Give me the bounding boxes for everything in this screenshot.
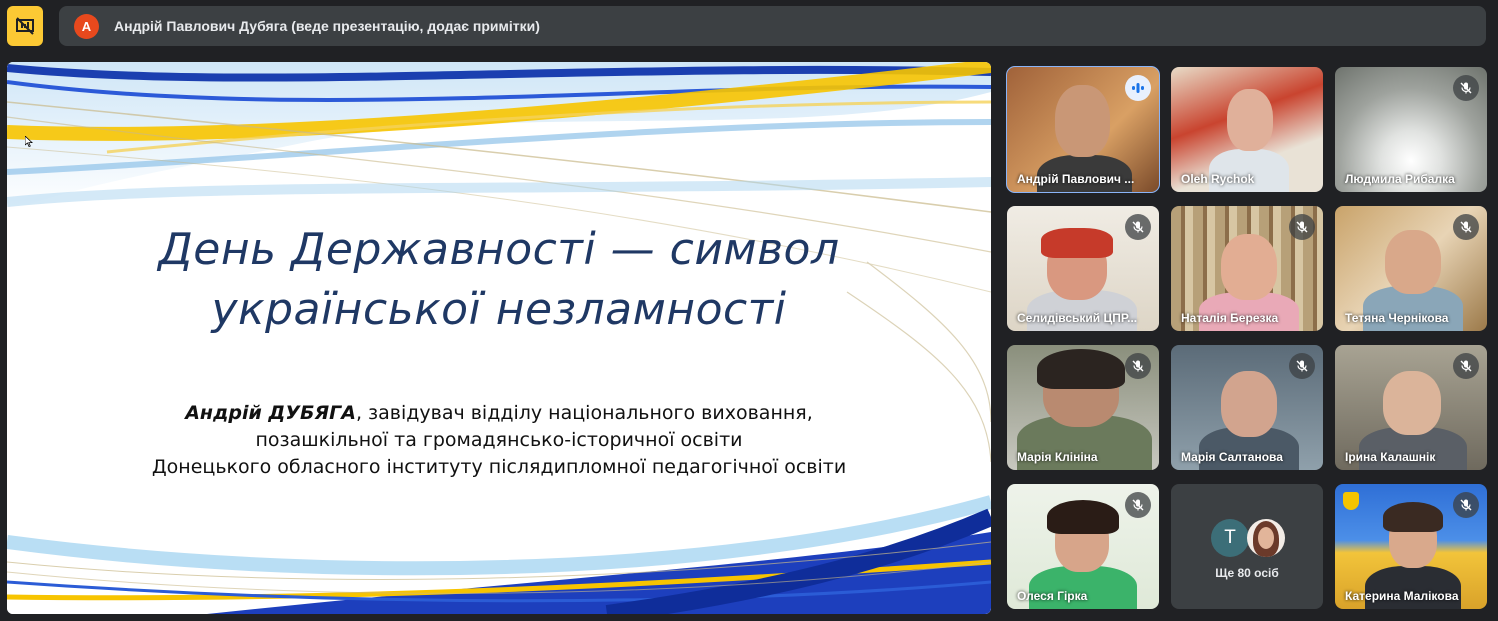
muted-mic-icon bbox=[1453, 75, 1479, 101]
participant-name: Марія Салтанова bbox=[1181, 450, 1283, 464]
presentation-off-icon bbox=[16, 17, 34, 35]
muted-mic-icon bbox=[1125, 214, 1151, 240]
stop-presenting-button[interactable] bbox=[7, 6, 43, 46]
participant-tile[interactable]: Наталія Березка bbox=[1171, 206, 1323, 331]
more-participants-avatars: T bbox=[1211, 519, 1285, 557]
slide-body-line-3: Донецького обласного інституту післядипл… bbox=[151, 456, 847, 478]
participant-avatar bbox=[1247, 519, 1285, 557]
participant-name: Селидівський ЦПР... bbox=[1017, 311, 1138, 325]
participant-tile[interactable]: Oleh Rychok bbox=[1171, 67, 1323, 192]
presentation-slide: День Державності — символ української не… bbox=[7, 62, 991, 614]
slide-decoration bbox=[7, 62, 991, 614]
presenter-label: Андрій Павлович Дубяга (веде презентацію… bbox=[114, 18, 540, 34]
participant-tile[interactable]: Олеся Гірка bbox=[1007, 484, 1159, 609]
participant-name: Марія Клініна bbox=[1017, 450, 1098, 464]
participant-tile[interactable]: Андрій Павлович ... bbox=[1006, 66, 1160, 193]
participant-name: Олеся Гірка bbox=[1017, 589, 1088, 603]
muted-mic-icon bbox=[1125, 492, 1151, 518]
participant-name: Тетяна Чернікова bbox=[1345, 311, 1449, 325]
muted-mic-icon bbox=[1289, 214, 1315, 240]
muted-mic-icon bbox=[1125, 353, 1151, 379]
more-participants-label: Ще 80 осіб bbox=[1215, 566, 1279, 580]
muted-mic-icon bbox=[1453, 353, 1479, 379]
slide-author-role: , завідувач відділу національного вихова… bbox=[355, 402, 813, 424]
emblem-icon bbox=[1343, 492, 1359, 510]
slide-body-line-2: позашкільної та громадянсько-історичної … bbox=[255, 429, 743, 451]
slide-title-line-1: День Державності — символ bbox=[158, 224, 840, 275]
participant-tile[interactable]: Людмила Рибалка bbox=[1335, 67, 1487, 192]
participant-tile[interactable]: Марія Клініна bbox=[1007, 345, 1159, 470]
participant-tile[interactable]: Ірина Калашнік bbox=[1335, 345, 1487, 470]
participant-name: Oleh Rychok bbox=[1181, 172, 1255, 186]
slide-author-name: Андрій ДУБЯГА bbox=[185, 402, 356, 424]
muted-mic-icon bbox=[1453, 214, 1479, 240]
speaking-indicator-icon bbox=[1125, 75, 1151, 101]
muted-mic-icon bbox=[1453, 492, 1479, 518]
participant-name: Людмила Рибалка bbox=[1345, 172, 1455, 186]
slide-author-line: Андрій ДУБЯГА, завідувач відділу націона… bbox=[7, 402, 991, 424]
mouse-cursor-icon bbox=[25, 136, 33, 147]
more-participants-tile[interactable]: T Ще 80 осіб bbox=[1171, 484, 1323, 609]
participant-name: Андрій Павлович ... bbox=[1017, 172, 1135, 186]
slide-title-line-2: української незламності bbox=[211, 284, 787, 335]
presenter-bar: A Андрій Павлович Дубяга (веде презентац… bbox=[59, 6, 1486, 46]
participant-tile[interactable]: Марія Салтанова bbox=[1171, 345, 1323, 470]
participant-name: Ірина Калашнік bbox=[1345, 450, 1436, 464]
presenter-avatar: A bbox=[74, 13, 99, 39]
participant-avatar: T bbox=[1211, 519, 1249, 557]
participant-tile[interactable]: Тетяна Чернікова bbox=[1335, 206, 1487, 331]
muted-mic-icon bbox=[1289, 353, 1315, 379]
participant-tile[interactable]: Селидівський ЦПР... bbox=[1007, 206, 1159, 331]
participant-tile[interactable]: Катерина Малікова bbox=[1335, 484, 1487, 609]
participant-name: Наталія Березка bbox=[1181, 311, 1279, 325]
participant-name: Катерина Малікова bbox=[1345, 589, 1459, 603]
